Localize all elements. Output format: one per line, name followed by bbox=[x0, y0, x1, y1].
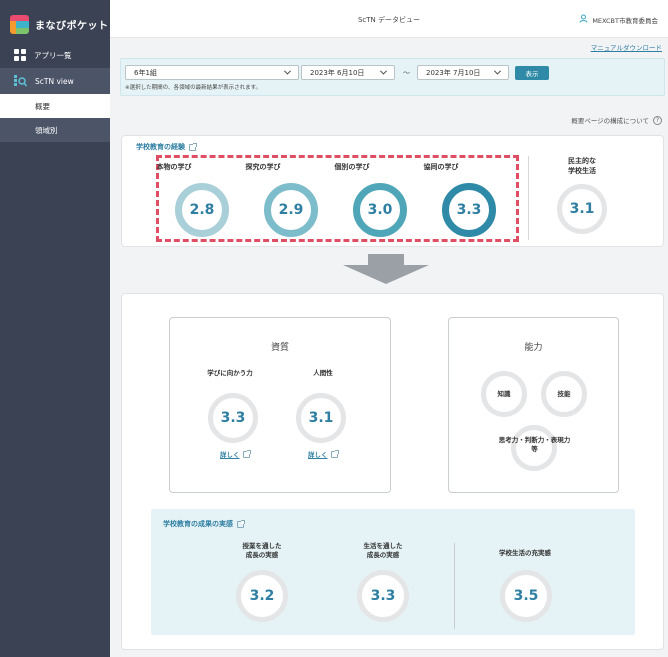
user-menu[interactable]: MEXCBT市教育委員会 bbox=[579, 14, 658, 25]
metric-label: 民主的な bbox=[568, 157, 596, 165]
score-ring: 3.3 bbox=[442, 183, 496, 237]
metric-individual-learning[interactable]: 個別の学び bbox=[314, 162, 390, 172]
detail-link[interactable]: 詳しく bbox=[308, 449, 339, 459]
outcome-label: 学校生活の充実感 bbox=[499, 549, 551, 557]
sidebar-subitem-label: 領域別 bbox=[35, 125, 58, 135]
sidebar-item-sctn-view[interactable]: ScTN view bbox=[0, 68, 110, 94]
ability-label: 知識 bbox=[497, 389, 511, 398]
question-icon: ? bbox=[653, 115, 662, 125]
outcomes-card: 資質 学びに向かう力 3.3 詳しく 人間性 3.1 詳しく 能力 知識 技能 bbox=[121, 293, 664, 650]
class-select-value: 6年1組 bbox=[134, 68, 157, 77]
show-button[interactable]: 表示 bbox=[515, 66, 549, 80]
score-ring: 3.1 bbox=[557, 184, 607, 234]
external-link-icon bbox=[237, 519, 245, 528]
outcome-class-growth[interactable]: 授業を通した 成長の実感 bbox=[213, 542, 311, 560]
metric-inquiry-learning[interactable]: 探究の学び bbox=[225, 162, 301, 172]
divider bbox=[528, 156, 529, 240]
about-structure-label: 概要ページの構成について bbox=[571, 117, 649, 125]
outcome-label: 成長の実感 bbox=[366, 551, 400, 559]
detail-link-label: 詳しく bbox=[308, 451, 328, 459]
score-ring: 3.0 bbox=[353, 183, 407, 237]
sidebar-nav: アプリ一覧 ScTN view 概要 領域別 bbox=[0, 42, 110, 142]
outcome-label: 成長の実感 bbox=[245, 551, 279, 559]
sidebar-item-label: ScTN view bbox=[35, 76, 74, 86]
school-experience-card: 学校教育の経験 本物の学び 2.8 探究の学び 2.9 個別の学び 3.0 協同… bbox=[121, 135, 664, 247]
filter-bar: 6年1組 2023年 6月10日 〜 2023年 7月10日 表示 ※選択した期… bbox=[120, 58, 665, 96]
sidebar-item-app-list[interactable]: アプリ一覧 bbox=[0, 42, 110, 68]
ability-knowledge[interactable]: 知識 bbox=[481, 371, 527, 417]
sidebar-subitem-overview[interactable]: 概要 bbox=[0, 94, 110, 118]
brand-logo-icon bbox=[10, 14, 29, 34]
ability-thinking: 思考力・判断力・表現力 等 bbox=[449, 436, 620, 454]
abilities-title: 能力 bbox=[524, 343, 543, 353]
chevron-down-icon bbox=[283, 67, 292, 75]
score-ring: 3.1 bbox=[296, 393, 346, 443]
filter-note: ※選択した期間の、各領域の最新結果が表示されます。 bbox=[125, 85, 262, 91]
metric-label: 本物の学び bbox=[156, 163, 192, 171]
date-range-separator: 〜 bbox=[403, 69, 410, 77]
date-from-value: 2023年 6月10日 bbox=[310, 68, 365, 77]
ability-label: 等 bbox=[531, 445, 538, 453]
detail-link[interactable]: 詳しく bbox=[220, 449, 251, 459]
chevron-down-icon bbox=[493, 67, 502, 75]
score-ring: 3.5 bbox=[500, 570, 552, 622]
sidebar-subitem-label: 概要 bbox=[35, 101, 50, 111]
section-title-text: 学校教育の成果の実感 bbox=[163, 520, 233, 528]
section-title[interactable]: 学校教育の経験 bbox=[136, 142, 197, 152]
section-title-text: 学校教育の経験 bbox=[136, 143, 185, 151]
external-link-icon bbox=[242, 449, 251, 458]
ability-label: 思考力・判断力・表現力 bbox=[498, 436, 571, 444]
score-ring: 3.3 bbox=[357, 570, 409, 622]
detail-link-label: 詳しく bbox=[220, 451, 240, 459]
metric-label: 個別の学び bbox=[334, 163, 370, 171]
down-arrow-icon bbox=[343, 254, 429, 284]
score-ring: 3.2 bbox=[236, 570, 288, 622]
date-to-select[interactable]: 2023年 7月10日 bbox=[417, 65, 509, 80]
abilities-box: 能力 知識 技能 思考力・判断力・表現力 等 bbox=[448, 317, 619, 493]
app-grid-icon bbox=[14, 49, 26, 61]
divider bbox=[454, 543, 455, 629]
score-ring: 2.9 bbox=[264, 183, 318, 237]
external-link-icon bbox=[330, 449, 339, 458]
manual-download-link[interactable]: マニュアルダウンロード bbox=[591, 42, 662, 52]
metric-label: 探究の学び bbox=[245, 163, 281, 171]
score-ring: 3.3 bbox=[208, 393, 258, 443]
qualities-title: 資質 bbox=[270, 343, 289, 353]
brand[interactable]: まなびポケット bbox=[10, 14, 109, 34]
section-title[interactable]: 学校教育の成果の実感 bbox=[163, 519, 245, 529]
school-outcomes-box: 学校教育の成果の実感 授業を通した 成長の実感 3.2 生活を通した 成長の実感… bbox=[151, 509, 635, 635]
date-from-select[interactable]: 2023年 6月10日 bbox=[301, 65, 395, 80]
quality-label: 学びに向かう力 bbox=[207, 369, 253, 377]
ability-skills[interactable]: 技能 bbox=[541, 371, 587, 417]
outcome-label: 授業を通した bbox=[242, 542, 282, 550]
sctn-view-icon bbox=[14, 74, 28, 89]
sidebar: まなびポケット アプリ一覧 ScTN view 概要 領域別 bbox=[0, 0, 110, 657]
chevron-down-icon bbox=[379, 67, 388, 75]
metric-label: 協同の学び bbox=[423, 163, 459, 171]
about-structure-link[interactable]: 概要ページの構成について ? bbox=[571, 115, 662, 125]
external-link-icon bbox=[189, 142, 197, 151]
metric-label: 学校生活 bbox=[568, 167, 596, 175]
metric-authentic-learning[interactable]: 本物の学び bbox=[136, 162, 212, 172]
top-header: ScTN データビュー MEXCBT市教育委員会 bbox=[110, 0, 668, 38]
date-to-value: 2023年 7月10日 bbox=[426, 68, 481, 77]
metric-collaborative-learning[interactable]: 協同の学び bbox=[403, 162, 479, 172]
sidebar-subitem-by-domain[interactable]: 領域別 bbox=[0, 118, 110, 142]
ability-label: 技能 bbox=[557, 389, 571, 398]
user-name: MEXCBT市教育委員会 bbox=[592, 16, 658, 25]
metric-democratic-school-life[interactable]: 民主的な 学校生活 bbox=[544, 156, 620, 176]
class-select[interactable]: 6年1組 bbox=[125, 65, 299, 80]
outcome-life-growth[interactable]: 生活を通した 成長の実感 bbox=[334, 542, 432, 560]
app-root: まなびポケット アプリ一覧 ScTN view 概要 領域別 ScTN データビ… bbox=[0, 0, 668, 657]
outcome-school-life-fulfillment[interactable]: 学校生活の充実感 bbox=[466, 549, 584, 558]
sidebar-item-label: アプリ一覧 bbox=[34, 50, 72, 60]
user-icon bbox=[579, 14, 588, 25]
score-ring: 2.8 bbox=[175, 183, 229, 237]
qualities-box: 資質 学びに向かう力 3.3 詳しく 人間性 3.1 詳しく bbox=[169, 317, 391, 493]
brand-name: まなびポケット bbox=[35, 20, 109, 32]
outcome-label: 生活を通した bbox=[363, 542, 403, 550]
quality-label: 人間性 bbox=[313, 369, 333, 377]
